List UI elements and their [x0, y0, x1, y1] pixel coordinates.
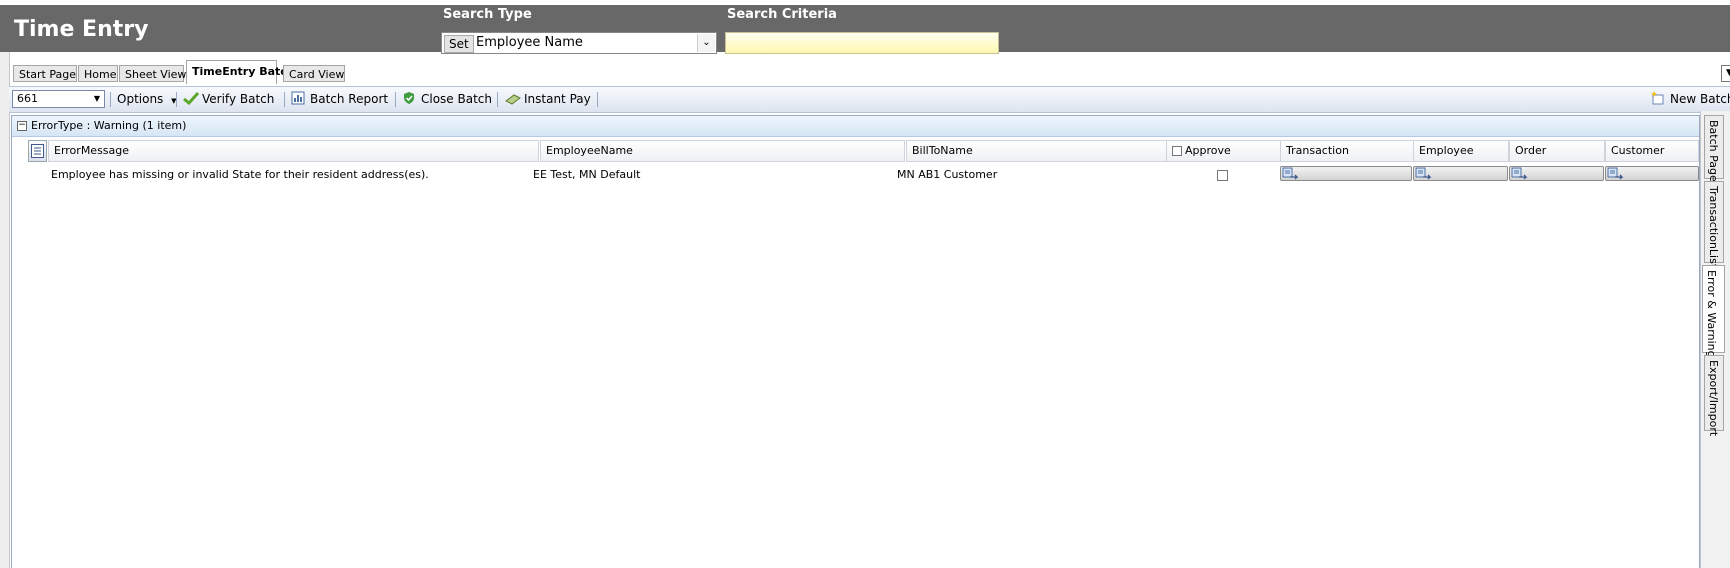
open-order-button[interactable] [1509, 166, 1604, 181]
side-tab-label: Batch Page [1707, 120, 1720, 182]
toolbar-separator [284, 92, 285, 107]
group-row[interactable]: − ErrorType : Warning (1 item) [12, 116, 1699, 137]
side-tab-batch-page[interactable]: Batch Page [1704, 115, 1724, 182]
toolbar-separator [110, 92, 111, 107]
chevron-down-icon[interactable]: ⌄ [697, 34, 715, 52]
tab-menu-chevron-icon[interactable]: ▼ [1721, 65, 1730, 82]
options-button[interactable]: Options ▼ [117, 91, 177, 108]
shield-check-icon [402, 91, 416, 105]
search-type-value: Employee Name [476, 35, 583, 50]
tab-home[interactable]: Home [78, 65, 118, 82]
approve-header-label: Approve [1185, 144, 1231, 157]
close-batch-button[interactable]: Close Batch [402, 91, 492, 108]
side-tab-label: Export/Import [1707, 360, 1720, 437]
open-employee-button[interactable] [1413, 166, 1508, 181]
column-header-employee-name[interactable]: EmployeeName [540, 140, 905, 162]
batch-toolbar: 661 ▼ Options ▼ Verify Batch Batch Repor… [9, 86, 1730, 113]
side-tab-label: TransactionList [1707, 186, 1720, 269]
open-customer-button[interactable] [1605, 166, 1699, 181]
money-icon [505, 93, 521, 107]
open-record-icon [1415, 167, 1432, 180]
open-record-icon [1511, 167, 1528, 180]
bill-to-name-cell: MN AB1 Customer [897, 168, 998, 181]
side-tab-export-import[interactable]: Export/Import [1704, 355, 1724, 436]
toolbar-separator [176, 92, 177, 107]
side-tab-strip: Batch Page TransactionList Error & Warni… [1700, 111, 1730, 568]
approve-all-checkbox[interactable] [1172, 146, 1182, 156]
open-record-icon [1282, 167, 1299, 180]
column-header-error-message[interactable]: ErrorMessage [48, 140, 539, 162]
column-header-transaction[interactable]: Transaction [1280, 140, 1414, 162]
left-edge-panel [0, 52, 10, 568]
tab-timeentry-batch[interactable]: TimeEntry Batch [186, 60, 295, 84]
instant-pay-button[interactable]: Instant Pay [505, 91, 591, 108]
open-transaction-button[interactable] [1280, 166, 1412, 181]
batch-report-button[interactable]: Batch Report [291, 91, 388, 108]
verify-batch-label: Verify Batch [202, 92, 275, 106]
error-warning-grid: − ErrorType : Warning (1 item) ErrorMess… [11, 115, 1700, 568]
batch-report-label: Batch Report [310, 92, 389, 106]
side-tab-error-warning[interactable]: Error & Warning [1702, 265, 1725, 358]
tab-start-page[interactable]: Start Page [13, 65, 77, 82]
batch-number-select[interactable]: 661 ▼ [12, 90, 105, 108]
open-record-icon [1607, 167, 1624, 180]
search-criteria-label: Search Criteria [727, 7, 837, 22]
search-type-label: Search Type [443, 7, 532, 22]
toolbar-separator [395, 92, 396, 107]
collapse-icon[interactable]: − [17, 121, 27, 131]
side-tab-transaction-list[interactable]: TransactionList [1704, 181, 1724, 268]
column-header-employee[interactable]: Employee [1413, 140, 1509, 162]
column-header-bill-to-name[interactable]: BillToName [906, 140, 1176, 162]
column-header-approve[interactable]: Approve [1166, 140, 1290, 162]
report-icon [291, 91, 305, 105]
new-item-icon [1649, 91, 1665, 105]
checkmark-icon [183, 91, 200, 106]
search-criteria-input[interactable] [725, 32, 999, 54]
chevron-down-icon: ▼ [93, 94, 100, 103]
app-header: Time Entry Search Type Set Employee Name… [0, 5, 1730, 54]
column-header-customer[interactable]: Customer [1605, 140, 1699, 162]
app-title: Time Entry [14, 17, 149, 42]
set-button[interactable]: Set [444, 35, 474, 53]
new-batch-button[interactable]: New Batch [1649, 91, 1730, 108]
close-batch-label: Close Batch [421, 92, 492, 106]
toolbar-separator [597, 92, 598, 107]
batch-number-value: 661 [17, 92, 38, 105]
approve-checkbox[interactable] [1217, 170, 1228, 181]
tab-card-view[interactable]: Card View [283, 65, 345, 82]
toolbar-separator [497, 92, 498, 107]
column-header-order[interactable]: Order [1509, 140, 1605, 162]
employee-name-cell: EE Test, MN Default [533, 168, 641, 181]
column-chooser-icon[interactable] [28, 140, 47, 162]
side-tab-label: Error & Warning [1705, 270, 1718, 358]
verify-batch-button[interactable]: Verify Batch [183, 91, 274, 108]
error-message-cell: Employee has missing or invalid State fo… [51, 168, 429, 181]
group-label: ErrorType : Warning (1 item) [31, 119, 187, 132]
new-batch-label: New Batch [1670, 92, 1730, 106]
tab-strip: Start Page Home Sheet View TimeEntry Bat… [9, 58, 1730, 84]
instant-pay-label: Instant Pay [524, 92, 591, 106]
tab-sheet-view[interactable]: Sheet View [119, 65, 186, 82]
options-label: Options [117, 92, 164, 106]
search-type-select[interactable]: Set Employee Name ⌄ [441, 32, 717, 54]
